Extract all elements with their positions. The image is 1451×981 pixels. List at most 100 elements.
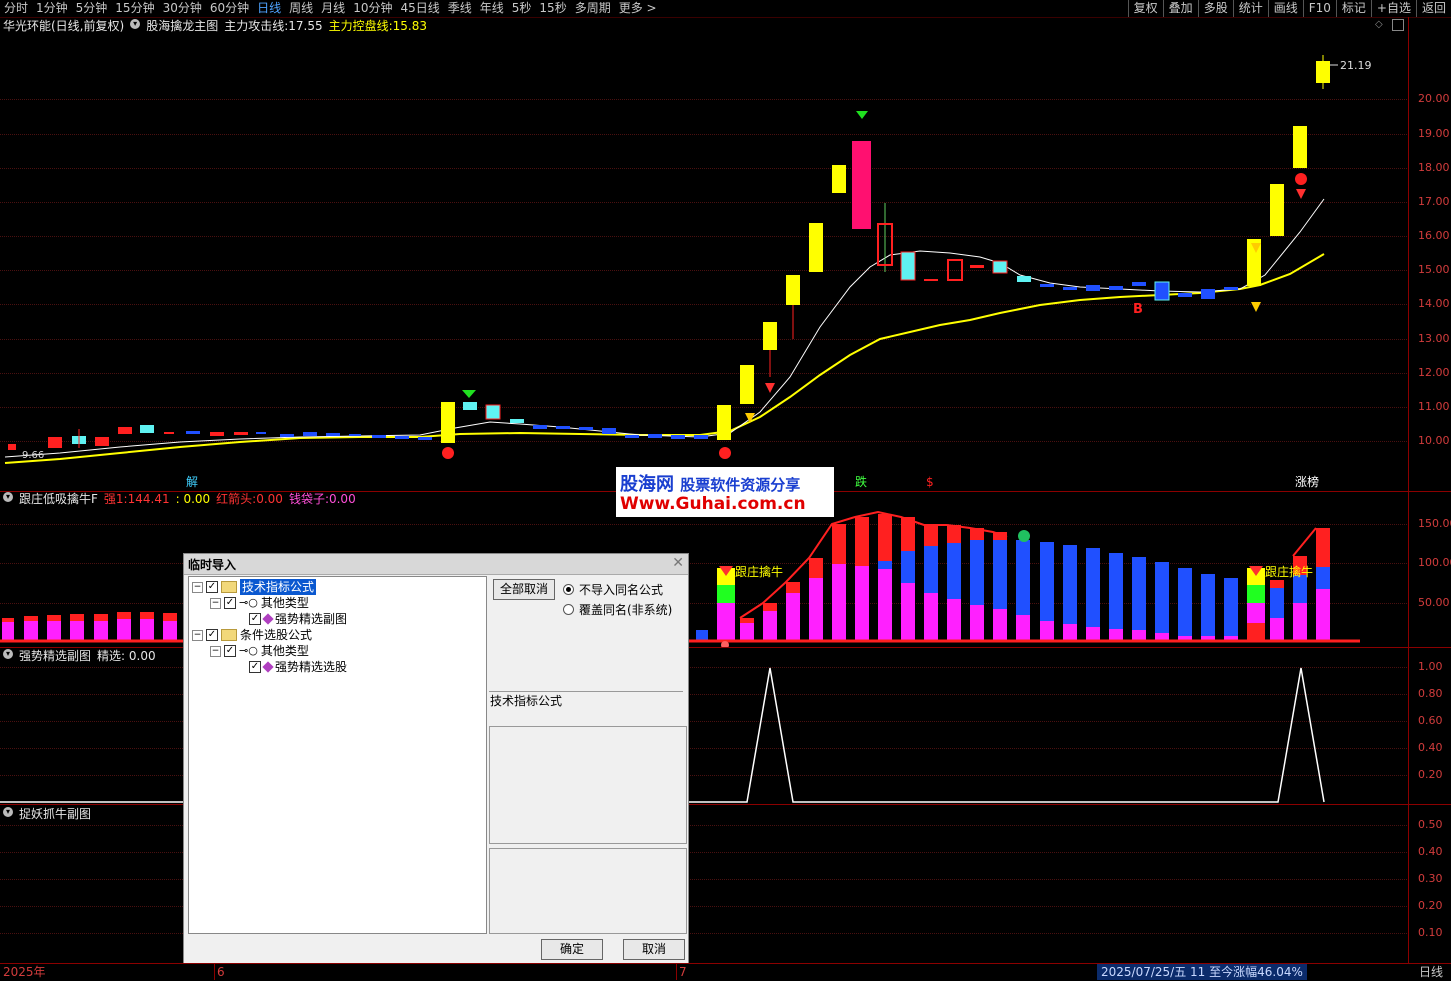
annotation-gen-zhuang: 跟庄擒牛 (1265, 564, 1313, 579)
tab-1min[interactable]: 1分钟 (32, 0, 72, 17)
tree-leaf-strong-select-chart[interactable]: ✓ 强势精选副图 (249, 611, 347, 627)
radio-overwrite[interactable]: 覆盖同名(非系统) (563, 601, 672, 618)
mark-button[interactable]: 标记 (1335, 0, 1371, 17)
info-label: 技术指标公式 (490, 694, 563, 708)
tab-10min[interactable]: 10分钟 (349, 0, 396, 17)
tab-15min[interactable]: 15分钟 (111, 0, 158, 17)
price-tick: 12.00 (1418, 366, 1450, 379)
import-dialog: 临时导入 ✕ − ✓ 技术指标公式 − ✓ ⊸○ 其他类型 ✓ 强势精选副图 −… (183, 553, 689, 964)
radio-button[interactable] (563, 584, 574, 595)
tree-node-label: 其他类型 (260, 596, 309, 610)
tree-node-stock-screen[interactable]: − ✓ 条件选股公式 (192, 627, 312, 643)
radio-label: 覆盖同名(非系统) (579, 603, 673, 617)
collapse-icon[interactable]: − (192, 581, 203, 593)
f10-button[interactable]: F10 (1302, 0, 1336, 17)
tab-45day[interactable]: 45日线 (396, 0, 443, 17)
checkbox[interactable]: ✓ (224, 645, 236, 657)
tab-weekly[interactable]: 周线 (285, 0, 317, 17)
candlestick-chart[interactable]: 21.19 9.66 B 解 跌 $ 涨榜 (0, 17, 1408, 491)
panel4-title[interactable]: 捉妖抓牛副图 (19, 807, 91, 821)
overlay-button[interactable]: 叠加 (1162, 0, 1198, 17)
tab-30min[interactable]: 30分钟 (159, 0, 206, 17)
collapse-icon[interactable]: − (210, 645, 221, 657)
key-icon: ⊸○ (239, 596, 258, 609)
radio-skip-duplicates[interactable]: 不导入同名公式 (563, 581, 663, 598)
info-box (489, 726, 687, 844)
close-icon[interactable]: ✕ (672, 555, 684, 571)
formula-icon (262, 661, 274, 673)
collapse-icon[interactable]: − (192, 629, 203, 641)
restore-rights-button[interactable]: 复权 (1127, 0, 1163, 17)
period-indicator[interactable]: 日线 (1419, 964, 1443, 980)
tab-quarterly[interactable]: 季线 (444, 0, 476, 17)
panel3-tick: 0.20 (1418, 768, 1443, 781)
radio-button[interactable] (563, 604, 574, 615)
tab-multi-period[interactable]: 多周期 (571, 0, 615, 17)
tab-yearly[interactable]: 年线 (476, 0, 508, 17)
panel4-tick: 0.40 (1418, 845, 1443, 858)
panel4-tick: 0.50 (1418, 818, 1443, 831)
panel2-tick: 150.00 (1418, 517, 1451, 530)
tab-monthly[interactable]: 月线 (317, 0, 349, 17)
tree-leaf-strong-select-stock[interactable]: ✓ 强势精选选股 (249, 659, 347, 675)
multi-stock-button[interactable]: 多股 (1197, 0, 1233, 17)
butterfly-icon (1296, 189, 1306, 199)
checkbox[interactable]: ✓ (249, 661, 261, 673)
price-tick: 13.00 (1418, 332, 1450, 345)
radio-label: 不导入同名公式 (579, 583, 664, 597)
tab-5min[interactable]: 5分钟 (72, 0, 112, 17)
tab-more[interactable]: 更多 > (615, 0, 661, 17)
collapse-icon[interactable]: − (210, 597, 221, 609)
tab-daily[interactable]: 日线 (253, 0, 285, 17)
price-tick: 19.00 (1418, 127, 1450, 140)
panel2-tick: 100.00 (1418, 556, 1451, 569)
panel4-menu-icon[interactable]: ▾ (3, 807, 13, 817)
year-label: 2025年 (3, 965, 46, 979)
cancel-all-button[interactable]: 全部取消 (493, 579, 555, 600)
date-axis-bar: 2025年 6 7 2025/07/25/五 11 至今涨幅46.04% 日线 (0, 963, 1451, 981)
price-axis-line (1408, 17, 1409, 963)
tree-node-other-types[interactable]: − ✓ ⊸○ 其他类型 (210, 643, 309, 659)
tab-15sec[interactable]: 15秒 (535, 0, 570, 17)
formula-icon (262, 613, 274, 625)
key-icon: ⊸○ (239, 644, 258, 657)
back-button[interactable]: 返回 (1415, 0, 1451, 17)
signal-jie: 解 (186, 475, 198, 489)
butterfly-icon (1251, 302, 1261, 312)
tree-node-other-types[interactable]: − ✓ ⊸○ 其他类型 (210, 595, 309, 611)
tree-node-tech-indicators[interactable]: − ✓ 技术指标公式 (192, 579, 317, 595)
formula-tree[interactable]: − ✓ 技术指标公式 − ✓ ⊸○ 其他类型 ✓ 强势精选副图 − ✓ 条件选股… (188, 576, 487, 934)
panel2-tick: 50.00 (1418, 596, 1450, 609)
dialog-titlebar[interactable]: 临时导入 ✕ (184, 554, 688, 575)
panel4-tick: 0.20 (1418, 899, 1443, 912)
tree-node-label: 条件选股公式 (240, 628, 313, 642)
add-watchlist-button[interactable]: +自选 (1370, 0, 1416, 17)
month-divider (214, 964, 215, 980)
annotation-gen-zhuang: 跟庄擒牛 (735, 564, 783, 579)
month-divider (676, 964, 677, 980)
checkbox[interactable]: ✓ (249, 613, 261, 625)
signal-badge-icon (1018, 530, 1030, 542)
price-tick: 18.00 (1418, 161, 1450, 174)
period-tabs: 分时 1分钟 5分钟 15分钟 30分钟 60分钟 日线 周线 月线 10分钟 … (0, 0, 661, 17)
statistics-button[interactable]: 统计 (1232, 0, 1268, 17)
down-arrow-icon (856, 111, 868, 119)
panel3-tick: 1.00 (1418, 660, 1443, 673)
watermark-slogan: 股票软件资源分享 (680, 476, 801, 494)
tab-fenshi[interactable]: 分时 (0, 0, 32, 17)
checkbox[interactable]: ✓ (224, 597, 236, 609)
checkbox[interactable]: ✓ (206, 581, 218, 593)
tab-60min[interactable]: 60分钟 (206, 0, 253, 17)
toolbar-right-buttons: 复权 叠加 多股 统计 画线 F10 标记 +自选 返回 (1127, 0, 1451, 17)
signal-badge-icon (719, 447, 731, 459)
draw-line-button[interactable]: 画线 (1267, 0, 1303, 17)
price-tick: 10.00 (1418, 434, 1450, 447)
checkbox[interactable]: ✓ (206, 629, 218, 641)
ok-button[interactable]: 确定 (541, 939, 603, 960)
panel4-legend: ▾ 捉妖抓牛副图 (3, 807, 91, 821)
tab-5sec[interactable]: 5秒 (508, 0, 536, 17)
watermark-brand: 股海网 (620, 474, 674, 495)
month-label: 6 (217, 965, 225, 979)
panel4-tick: 0.10 (1418, 926, 1443, 939)
cancel-button[interactable]: 取消 (623, 939, 685, 960)
